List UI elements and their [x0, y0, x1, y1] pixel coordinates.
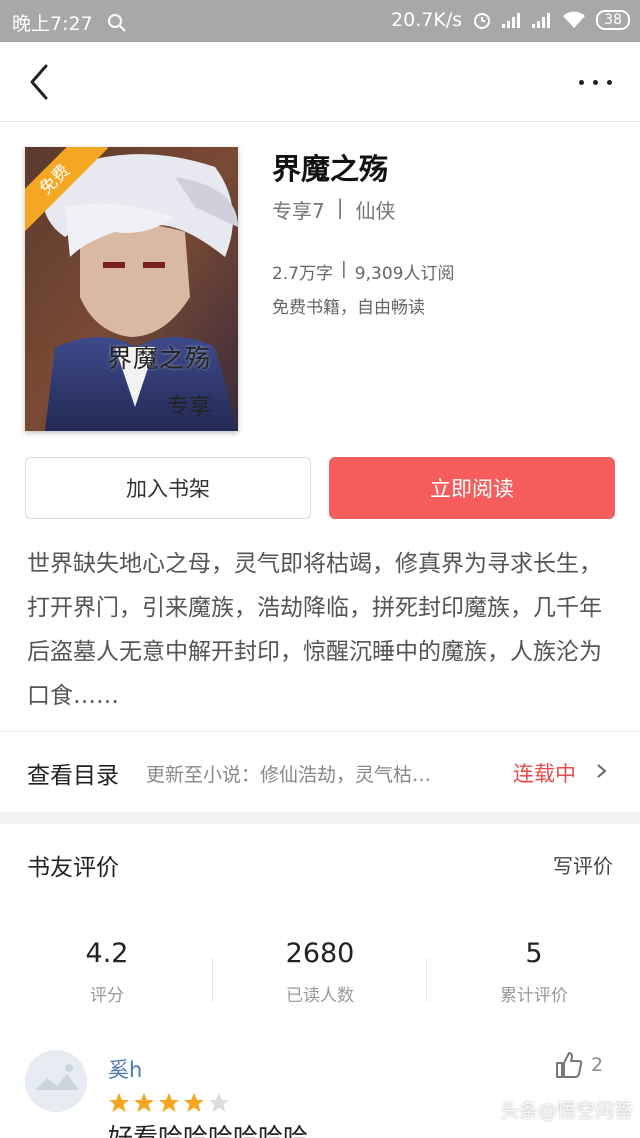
- book-synopsis[interactable]: 世界缺失地心之母，灵气即将枯竭，修真界为寻求长生，打开界门，引来魔族，浩劫降临，…: [27, 542, 617, 718]
- stat-value: 2680: [285, 938, 355, 969]
- catalog-latest-chapter: 更新至小说：修仙浩劫，灵气枯…: [146, 764, 432, 786]
- wifi-icon: [563, 11, 586, 28]
- cover-subtitle: 专享: [167, 395, 212, 420]
- thumbs-up-icon[interactable]: [553, 1049, 585, 1081]
- stat-value: 4.2: [85, 938, 129, 969]
- star-empty-icon: [209, 1093, 229, 1112]
- star-filled-icon: [159, 1093, 179, 1112]
- cover-title: 界魔之殇: [107, 344, 212, 373]
- signal-icon: [502, 12, 522, 28]
- review-text[interactable]: 好看哈哈哈哈哈哈: [108, 1118, 308, 1138]
- catalog-label: 查看目录: [27, 763, 119, 789]
- nav-bar: [0, 42, 640, 122]
- avatar[interactable]: [25, 1050, 87, 1112]
- stat-value: 5: [525, 938, 543, 969]
- review-rating: [107, 1091, 231, 1115]
- stat-review-count: 5 累计评价: [427, 938, 640, 1006]
- star-filled-icon: [184, 1093, 204, 1112]
- meta-separator: |: [336, 195, 344, 219]
- watermark: 头条@悟空问答: [472, 1096, 633, 1123]
- network-speed: 20.7K/s: [391, 9, 463, 31]
- word-count: 2.7万字: [272, 264, 334, 284]
- write-review-button[interactable]: 写评价: [553, 850, 613, 879]
- book-author[interactable]: 专享7: [272, 195, 325, 224]
- book-stats: 2.7万字 | 9,309人订阅: [272, 259, 454, 284]
- back-button[interactable]: [24, 62, 64, 102]
- stat-label: 累计评价: [500, 986, 568, 1006]
- book-genre[interactable]: 仙侠: [355, 195, 395, 224]
- like-count: 2: [591, 1054, 604, 1076]
- chevron-left-icon: [30, 64, 48, 100]
- star-filled-icon: [134, 1093, 154, 1112]
- star-filled-icon: [109, 1093, 129, 1112]
- reviews-title: 书友评价: [27, 855, 119, 881]
- stats-separator: |: [341, 259, 347, 279]
- signal-icon-2: [532, 12, 552, 28]
- section-gap: [0, 812, 640, 824]
- default-avatar-icon: [25, 1050, 87, 1112]
- watermark-logo-icon: [473, 1099, 493, 1120]
- watermark-text: 头条@悟空问答: [500, 1100, 634, 1122]
- reviewer-name[interactable]: 奚h: [108, 1054, 142, 1084]
- stat-rating: 4.2 评分: [0, 938, 214, 1006]
- read-now-button[interactable]: 立即阅读: [329, 457, 615, 519]
- catalog-row[interactable]: 查看目录 更新至小说：修仙浩劫，灵气枯… 连载中: [0, 732, 640, 812]
- book-meta: 专享7 | 仙侠: [272, 195, 395, 224]
- stat-label: 已读人数: [286, 986, 354, 1006]
- status-bar: 晚上7:27 20.7K/s 38: [0, 0, 640, 42]
- status-time: 晚上7:27: [12, 13, 93, 35]
- chevron-right-icon: [597, 764, 607, 778]
- more-dots-icon: [579, 79, 584, 85]
- book-title: 界魔之殇: [272, 152, 389, 186]
- stat-readers: 2680 已读人数: [213, 938, 427, 1006]
- serial-status: 连载中: [513, 762, 576, 786]
- alarm-icon: [474, 13, 491, 29]
- stat-label: 评分: [90, 986, 124, 1006]
- search-icon: [107, 13, 126, 32]
- add-to-shelf-button[interactable]: 加入书架: [25, 457, 311, 519]
- book-cover[interactable]: 界魔之殇 专享 免费: [25, 147, 238, 431]
- free-note: 免费书籍，自由畅读: [272, 298, 425, 318]
- more-button[interactable]: [572, 72, 612, 92]
- battery-indicator: 38: [596, 10, 630, 30]
- subscriber-count: 9,309人订阅: [354, 264, 455, 284]
